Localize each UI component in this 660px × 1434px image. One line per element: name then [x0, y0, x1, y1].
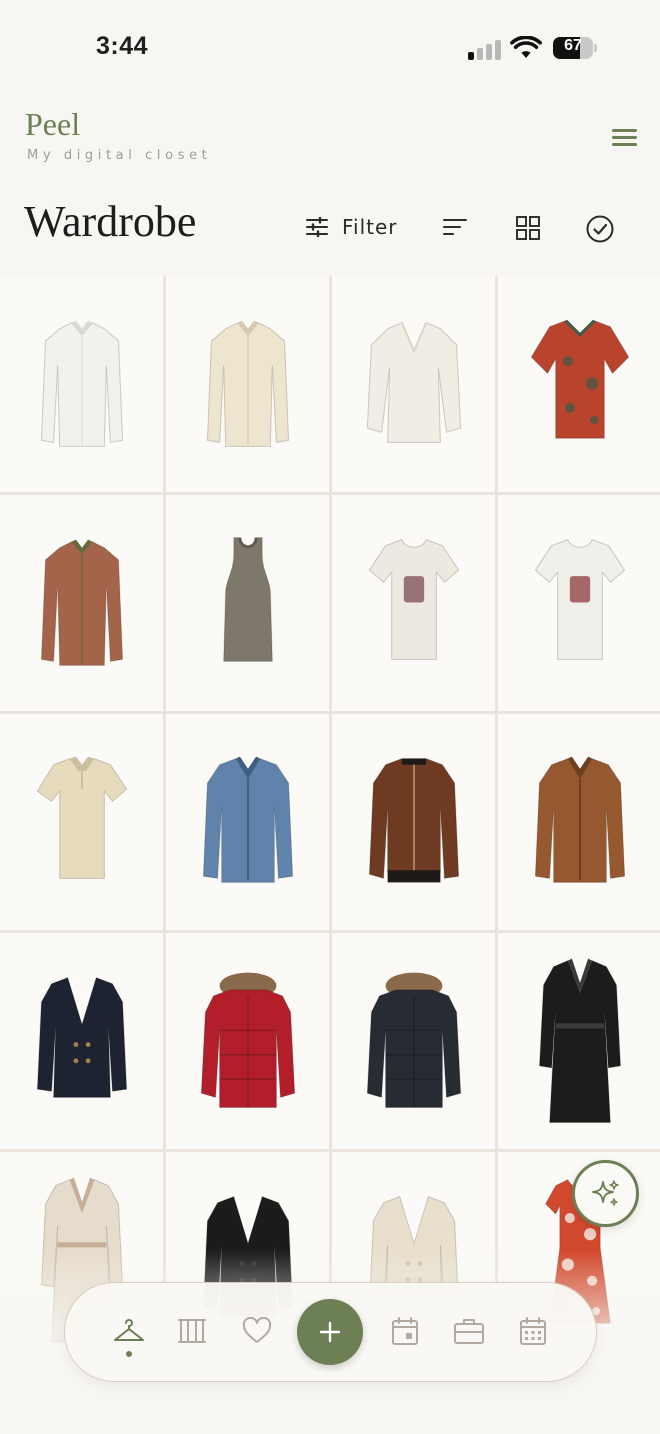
grid-view-icon: [516, 216, 540, 240]
battery-icon: 67: [553, 37, 597, 59]
nav-favorites[interactable]: [237, 1311, 277, 1351]
brand-tagline: My digital closet: [27, 148, 212, 163]
wardrobe-item-beige-polo[interactable]: [0, 714, 163, 930]
heart-icon: [242, 1317, 272, 1343]
add-item-button[interactable]: [297, 1299, 363, 1365]
hanger-icon: [114, 1319, 144, 1341]
wardrobe-item-graphic-tee-birds[interactable]: [332, 495, 495, 711]
rack-icon: [178, 1319, 206, 1343]
check-circle-icon: [586, 215, 614, 243]
grid-view-button[interactable]: [515, 215, 541, 246]
wardrobe-item-black-puffer-parka[interactable]: [332, 933, 495, 1149]
ivory-blouse-image: [359, 311, 469, 458]
graphic-tee-birds-image: [359, 530, 469, 677]
calendar-grid-icon: [520, 1317, 546, 1345]
wardrobe-grid: [0, 276, 660, 1368]
cream-button-shirt-image: [193, 311, 303, 458]
brand-name: Peel: [25, 106, 81, 142]
wardrobe-item-ivory-blouse[interactable]: [332, 276, 495, 492]
white-button-shirt-image: [27, 311, 137, 458]
ai-stylist-button[interactable]: [572, 1160, 639, 1227]
wardrobe-item-black-long-coat[interactable]: [498, 933, 660, 1149]
denim-jacket-image: [193, 749, 303, 896]
wardrobe-item-paisley-blouse[interactable]: [0, 495, 163, 711]
wardrobe-item-red-puffer-parka[interactable]: [166, 933, 329, 1149]
signal-icon: [468, 38, 502, 60]
wardrobe-item-grey-tank-top[interactable]: [166, 495, 329, 711]
brown-leather-bomber-image: [359, 749, 469, 896]
graphic-tee-face-image: [525, 530, 635, 677]
hamburger-menu-icon[interactable]: [612, 129, 637, 146]
wardrobe-item-brown-leather-bomber[interactable]: [332, 714, 495, 930]
tan-leather-jacket-image: [525, 749, 635, 896]
calendar-day-icon: [392, 1317, 418, 1345]
paisley-blouse-image: [27, 530, 137, 677]
red-puffer-parka-image: [193, 968, 303, 1115]
filter-label: Filter: [342, 215, 398, 239]
grey-tank-top-image: [193, 530, 303, 677]
wardrobe-item-red-floral-shirt[interactable]: [498, 276, 660, 492]
active-indicator: [126, 1351, 132, 1357]
sliders-icon: [306, 217, 328, 237]
wardrobe-item-graphic-tee-face[interactable]: [498, 495, 660, 711]
nav-closet[interactable]: [172, 1311, 212, 1351]
wardrobe-item-tan-leather-jacket[interactable]: [498, 714, 660, 930]
select-button[interactable]: [585, 214, 615, 249]
status-bar: 3:44 67: [0, 0, 660, 96]
plus-icon: [319, 1321, 341, 1343]
sort-icon: [443, 219, 467, 235]
nav-planner[interactable]: [385, 1311, 425, 1351]
suitcase-icon: [454, 1319, 484, 1344]
beige-polo-image: [27, 749, 137, 896]
wardrobe-item-navy-double-breasted-blazer[interactable]: [0, 933, 163, 1149]
bottom-nav: [64, 1282, 597, 1382]
page-title: Wardrobe: [24, 197, 197, 246]
wifi-icon: [510, 36, 542, 58]
status-time: 3:44: [96, 32, 149, 60]
red-floral-shirt-image: [525, 311, 635, 458]
wardrobe-item-denim-jacket[interactable]: [166, 714, 329, 930]
black-puffer-parka-image: [359, 968, 469, 1115]
navy-double-breasted-blazer-image: [27, 968, 137, 1115]
black-long-coat-image: [525, 953, 635, 1130]
sort-button[interactable]: [442, 217, 468, 242]
sparkle-icon: [591, 1179, 619, 1206]
nav-trips[interactable]: [449, 1311, 489, 1351]
app-header: Peel My digital closet Wardrobe Filter: [0, 96, 660, 276]
nav-calendar[interactable]: [513, 1311, 553, 1351]
wardrobe-item-cream-button-shirt[interactable]: [166, 276, 329, 492]
wardrobe-item-white-button-shirt[interactable]: [0, 276, 163, 492]
filter-button[interactable]: Filter: [306, 214, 398, 240]
battery-level: 67: [564, 37, 582, 54]
nav-wardrobe[interactable]: [109, 1311, 149, 1351]
